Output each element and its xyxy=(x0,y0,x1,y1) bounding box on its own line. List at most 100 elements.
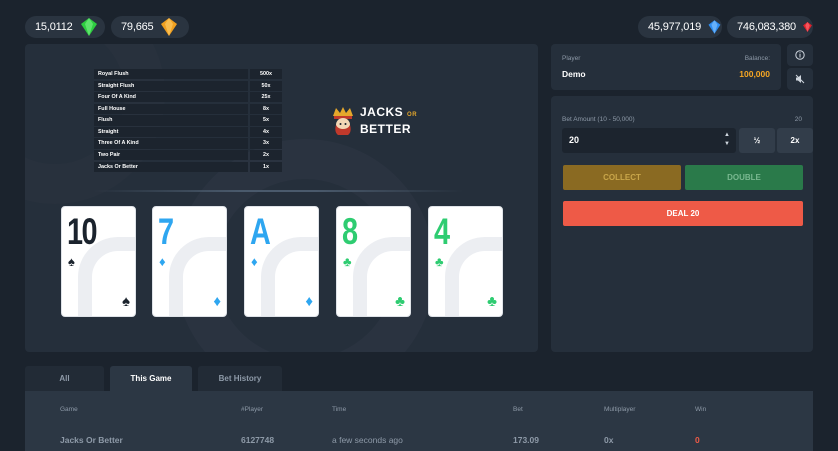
card-rank: 7 xyxy=(158,211,174,252)
playing-card[interactable]: 8 ♣ ♣ xyxy=(336,206,411,317)
paytable-row: Royal Flush 500x xyxy=(94,69,282,80)
playing-card[interactable]: 4 ♣ ♣ xyxy=(428,206,503,317)
club-icon: ♣ xyxy=(435,254,444,269)
half-bet-button[interactable]: ½ xyxy=(739,128,775,153)
spade-icon: ♠ xyxy=(68,254,75,269)
card-rank: A xyxy=(250,211,271,252)
bet-amount-display: 20 xyxy=(794,116,802,123)
increase-icon[interactable]: ▲ xyxy=(724,131,730,140)
paytable-hand: Jacks Or Better xyxy=(94,161,248,172)
balance-pill-red: 746,083,380 xyxy=(727,16,813,38)
divider xyxy=(93,190,463,192)
history-tabs: All This Game Bet History xyxy=(25,366,288,391)
game-logo: JACKS OR BETTER xyxy=(330,105,417,136)
playing-card[interactable]: 10 ♠ ♠ xyxy=(61,206,136,317)
deal-button[interactable]: DEAL 20 xyxy=(563,201,803,226)
table-header: Bet xyxy=(513,406,523,413)
info-button[interactable] xyxy=(787,44,813,66)
bet-amount-input[interactable]: 20 ▲ ▼ xyxy=(562,128,736,153)
card-rank: 4 xyxy=(434,211,450,252)
paytable-row: Two Pair 2x xyxy=(94,150,282,161)
club-icon: ♣ xyxy=(343,254,352,269)
paytable-multiplier: 1x xyxy=(250,161,282,172)
paytable-row: Jacks Or Better 1x xyxy=(94,161,282,172)
table-header: Win xyxy=(695,406,707,413)
balance-pill-green: 15,0112 xyxy=(25,16,105,38)
paytable-multiplier: 5x xyxy=(250,115,282,126)
diamond-icon: ♦ xyxy=(159,254,166,269)
game-panel: Royal Flush 500x Straight Flush 50x Four O… xyxy=(25,44,538,352)
orange-gem-icon xyxy=(161,18,178,36)
info-icon xyxy=(795,50,805,60)
logo-line-1: JACKS xyxy=(360,105,404,119)
paytable-hand: Flush xyxy=(94,115,248,126)
bet-amount-label: Bet Amount (10 - 50,000) xyxy=(562,116,635,123)
player-balance: 100,000 xyxy=(739,69,770,79)
paytable-row: Four Of A Kind 25x xyxy=(94,92,282,103)
balance-value: 15,0112 xyxy=(35,21,73,33)
table-header: Time xyxy=(332,406,347,413)
jack-face-icon xyxy=(333,106,353,135)
paytable-multiplier: 3x xyxy=(250,138,282,149)
table-cell-game: Jacks Or Better xyxy=(60,435,123,445)
paytable-multiplier: 50x xyxy=(250,80,282,91)
paytable-hand: Two Pair xyxy=(94,150,248,161)
table-cell-player: 6127748 xyxy=(241,435,275,445)
balance-value: 45,977,019 xyxy=(648,21,702,33)
paytable: Royal Flush 500x Straight Flush 50x Four O… xyxy=(94,69,282,173)
paytable-multiplier: 25x xyxy=(250,92,282,103)
paytable-multiplier: 4x xyxy=(250,126,282,138)
table-header: #Player xyxy=(241,406,264,413)
paytable-multiplier: 2x xyxy=(250,150,282,161)
table-header: Multiplayer xyxy=(604,406,636,413)
paytable-hand: Full House xyxy=(94,103,248,114)
paytable-row: Straight Flush 50x xyxy=(94,80,282,91)
playing-card[interactable]: 7 ♦ ♦ xyxy=(152,206,227,317)
double-button[interactable]: DOUBLE xyxy=(685,165,803,190)
double-bet-button[interactable]: 2x xyxy=(777,128,813,153)
table-cell-win: 0 xyxy=(695,435,700,445)
bet-amount-value: 20 xyxy=(569,135,580,145)
paytable-hand: Royal Flush xyxy=(94,69,248,80)
table-cell-time: a few seconds ago xyxy=(332,435,403,445)
sound-muted-icon xyxy=(795,74,805,84)
card-rank: 8 xyxy=(342,211,358,252)
paytable-hand: Straight Flush xyxy=(94,80,248,91)
green-gem-icon xyxy=(80,18,97,36)
bet-panel: Bet Amount (10 - 50,000) 20 20 ▲ ▼ ½ 2x … xyxy=(551,96,813,352)
player-name: Demo xyxy=(562,69,586,79)
collect-button[interactable]: COLLECT xyxy=(563,165,681,190)
tab-bet-history[interactable]: Bet History xyxy=(198,366,282,391)
playing-card[interactable]: A ♦ ♦ xyxy=(244,206,319,317)
diamond-icon: ♦ xyxy=(251,254,258,269)
tab-all[interactable]: All xyxy=(25,366,104,391)
card-rank: 10 xyxy=(67,211,98,252)
spade-icon: ♠ xyxy=(122,293,130,310)
balance-value: 79,665 xyxy=(121,21,154,33)
paytable-multiplier: 8x xyxy=(250,103,282,114)
logo-text: JACKS OR BETTER xyxy=(360,105,417,136)
paytable-row: Flush 5x xyxy=(94,115,282,126)
blue-gem-icon xyxy=(708,20,721,34)
sound-toggle-button[interactable] xyxy=(787,68,813,90)
bets-table: Game #Player Time Bet Multiplayer Win Ja… xyxy=(25,391,813,451)
balance-label: Balance: xyxy=(744,55,770,62)
balance-pill-blue: 45,977,019 xyxy=(638,16,722,38)
red-gem-icon xyxy=(803,22,812,32)
paytable-hand: Straight xyxy=(94,126,248,138)
paytable-row: Straight 4x xyxy=(94,126,282,138)
paytable-hand: Three Of A Kind xyxy=(94,138,248,149)
logo-line-2: BETTER xyxy=(360,122,411,136)
club-icon: ♣ xyxy=(395,293,405,310)
decrease-icon[interactable]: ▼ xyxy=(724,140,730,149)
club-icon: ♣ xyxy=(487,293,497,310)
bet-stepper[interactable]: ▲ ▼ xyxy=(724,131,730,149)
tab-this-game[interactable]: This Game xyxy=(110,366,192,391)
diamond-icon: ♦ xyxy=(213,293,221,310)
logo-or: OR xyxy=(407,112,418,118)
balance-value: 746,083,380 xyxy=(737,21,796,33)
table-header: Game xyxy=(60,406,78,413)
player-panel: Player Demo Balance: 100,000 xyxy=(551,44,781,90)
diamond-icon: ♦ xyxy=(305,293,313,310)
balance-pill-orange: 79,665 xyxy=(111,16,189,38)
